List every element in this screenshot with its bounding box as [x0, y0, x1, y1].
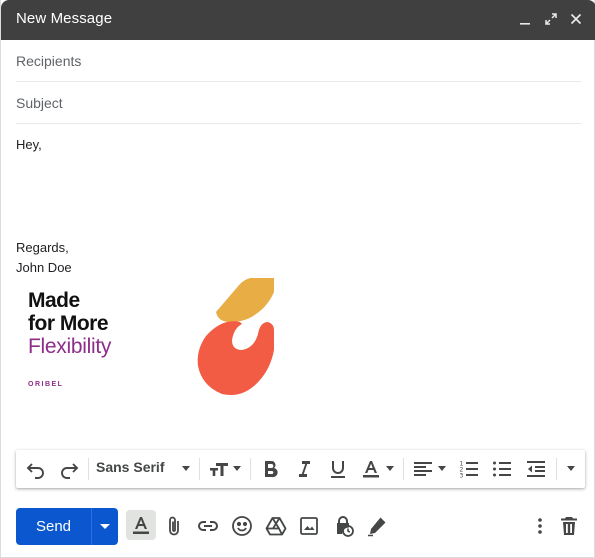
more-formatting-icon[interactable] — [567, 466, 575, 471]
bold-icon[interactable] — [258, 457, 282, 481]
toolbar-divider — [403, 458, 404, 480]
banner-brand: ORIBEL — [28, 381, 64, 388]
banner-headline-line1: Made — [28, 289, 80, 312]
font-size-icon[interactable] — [207, 457, 231, 481]
toolbar-divider — [88, 458, 89, 480]
banner-headline-line3: Flexibility — [28, 335, 112, 358]
compose-window: New Message Recipients Subject Hey, Rega… — [0, 0, 595, 558]
bulleted-list-icon[interactable] — [490, 457, 514, 481]
emoji-icon[interactable] — [230, 514, 254, 538]
svg-text:3: 3 — [460, 473, 464, 480]
expand-icon[interactable] — [543, 11, 559, 27]
discard-icon[interactable] — [557, 514, 581, 538]
align-icon[interactable] — [411, 457, 435, 481]
font-size-dropdown-icon[interactable] — [233, 466, 241, 471]
attach-icon[interactable] — [162, 514, 186, 538]
toolbar-divider — [199, 458, 200, 480]
recipients-field[interactable]: Recipients — [16, 40, 581, 82]
link-icon[interactable] — [196, 514, 220, 538]
text-color-dropdown-icon[interactable] — [386, 466, 394, 471]
indent-less-icon[interactable] — [524, 457, 548, 481]
formatting-options-icon[interactable] — [129, 514, 153, 538]
signature-banner-image: Made for More Flexibility ORIBEL — [16, 278, 274, 398]
undo-icon[interactable] — [24, 457, 48, 481]
banner-logo-shape — [197, 278, 274, 395]
compose-titlebar[interactable]: New Message — [1, 0, 595, 40]
formatting-toolbar: Sans Serif 123 — [16, 450, 585, 488]
italic-icon[interactable] — [292, 457, 316, 481]
more-options-icon[interactable] — [528, 514, 552, 538]
message-greeting[interactable]: Hey, — [16, 135, 42, 155]
confidential-mode-icon[interactable] — [331, 514, 355, 538]
drive-icon[interactable] — [264, 514, 288, 538]
subject-field[interactable]: Subject — [16, 82, 581, 124]
numbered-list-icon[interactable]: 123 — [457, 457, 481, 481]
message-regards[interactable]: Regards, — [16, 238, 69, 258]
send-button-group: Send — [16, 508, 118, 545]
banner-headline-line2: for More — [28, 312, 109, 335]
close-icon[interactable] — [568, 11, 584, 27]
send-options-button[interactable] — [92, 508, 118, 545]
chevron-down-icon — [100, 524, 110, 529]
redo-icon[interactable] — [57, 457, 81, 481]
send-button[interactable]: Send — [16, 508, 91, 545]
font-family-dropdown-icon[interactable] — [182, 466, 190, 471]
font-family-select[interactable]: Sans Serif — [96, 459, 164, 475]
align-dropdown-icon[interactable] — [438, 466, 446, 471]
compose-action-bar: Send — [1, 500, 595, 558]
compose-title: New Message — [16, 10, 113, 27]
toolbar-divider — [556, 458, 557, 480]
message-signature-name[interactable]: John Doe — [16, 258, 72, 278]
text-color-icon[interactable] — [359, 457, 383, 481]
photo-icon[interactable] — [297, 514, 321, 538]
minimize-icon[interactable] — [517, 11, 533, 27]
toolbar-divider — [250, 458, 251, 480]
underline-icon[interactable] — [326, 457, 350, 481]
signature-icon[interactable] — [365, 514, 389, 538]
